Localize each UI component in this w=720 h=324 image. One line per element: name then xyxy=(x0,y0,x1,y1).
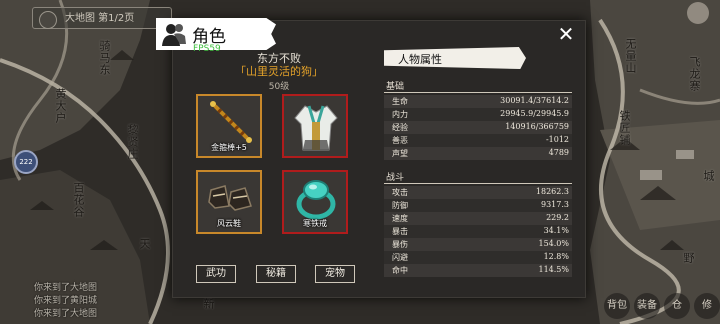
equipment-slot-weapon[interactable]: 金箍棒+5 xyxy=(196,94,262,158)
stat-value: -1012 xyxy=(545,135,569,144)
stat-value: 4789 xyxy=(548,148,569,157)
stat-row: 防御 9317.3 xyxy=(384,199,572,212)
map-log-line: 你来到了黄阳城 xyxy=(34,296,98,306)
stat-value: 12.8% xyxy=(543,252,569,261)
stat-name: 善恶 xyxy=(392,136,408,145)
stat-name: 声望 xyxy=(392,149,408,158)
tab-manuals[interactable]: 秘籍 xyxy=(256,265,296,283)
equipment-slot-label: 金箍棒+5 xyxy=(211,143,247,152)
stat-name: 攻击 xyxy=(392,188,408,197)
stat-value: 34.1% xyxy=(543,226,569,235)
stat-row: 声望 4789 xyxy=(384,147,572,160)
stat-name: 暴击 xyxy=(392,227,408,236)
map-place-label[interactable]: 新 xyxy=(200,298,216,310)
stat-name: 生命 xyxy=(392,97,408,106)
stat-value: 114.5% xyxy=(538,265,569,274)
section-label-combat: 战斗 xyxy=(386,173,405,183)
tab-pets[interactable]: 宠物 xyxy=(315,265,355,283)
stat-name: 速度 xyxy=(392,214,408,223)
map-log-line: 你来到了大地图 xyxy=(34,309,98,319)
stat-row: 暴击 34.1% xyxy=(384,225,572,238)
close-icon[interactable]: ✕ xyxy=(555,23,577,45)
boots-icon xyxy=(208,185,252,211)
stat-name: 暴伤 xyxy=(392,240,408,249)
map-place-label[interactable]: 铁匠铺 xyxy=(616,110,632,146)
map-place-label[interactable]: 天 xyxy=(136,238,152,250)
stat-value: 154.0% xyxy=(538,239,569,248)
tab-martial-arts[interactable]: 武功 xyxy=(196,265,236,283)
staff-icon xyxy=(210,101,252,143)
stat-value: 30091.4/37614.2 xyxy=(500,96,569,105)
map-place-label[interactable]: 百花谷 xyxy=(70,182,86,218)
stat-row: 闪避 12.8% xyxy=(384,251,572,264)
stat-row: 攻击 18262.3 xyxy=(384,186,572,199)
people-icon xyxy=(162,24,186,46)
attributes-title: 人物属性 xyxy=(398,53,442,66)
map-place-label[interactable]: 城 xyxy=(700,170,716,182)
map-bottom-button[interactable]: 修 xyxy=(694,293,720,319)
stat-row: 善恶 -1012 xyxy=(384,134,572,147)
map-place-label[interactable]: 黄大户 xyxy=(52,88,68,124)
equipment-slot-boots[interactable]: 风云鞋 xyxy=(196,170,262,234)
map-place-label[interactable]: 无量山 xyxy=(622,38,638,74)
stat-name: 防御 xyxy=(392,201,408,210)
fps-counter: FPS59 xyxy=(193,44,221,54)
map-place-label[interactable]: 黎贤庄 xyxy=(124,124,140,160)
stat-value: 18262.3 xyxy=(535,187,569,196)
stat-value: 9317.3 xyxy=(541,200,569,209)
map-place-label[interactable]: 骑马东 xyxy=(96,40,112,76)
stat-name: 命中 xyxy=(392,266,408,275)
stat-name: 内力 xyxy=(392,110,408,119)
stat-row: 速度 229.2 xyxy=(384,212,572,225)
robe-icon xyxy=(294,105,338,151)
section-divider xyxy=(384,92,572,93)
stat-row: 经验 140916/366759 xyxy=(384,121,572,134)
equipment-slot-armor[interactable] xyxy=(282,94,348,158)
stat-name: 经验 xyxy=(392,123,408,132)
stat-row: 命中 114.5% xyxy=(384,264,572,277)
ring-icon xyxy=(296,180,336,220)
stat-row: 生命 30091.4/37614.2 xyxy=(384,95,572,108)
stat-value: 140916/366759 xyxy=(505,122,569,131)
map-place-label[interactable]: 飞龙寨 xyxy=(686,56,702,92)
map-corner-button[interactable] xyxy=(687,2,709,24)
player-level: 50级 xyxy=(268,82,290,92)
stat-row: 暴伤 154.0% xyxy=(384,238,572,251)
stat-row: 内力 29945.9/29945.9 xyxy=(384,108,572,121)
section-label-basic: 基础 xyxy=(386,82,405,92)
map-bottom-button[interactable]: 仓 xyxy=(664,293,690,319)
map-side-indicator[interactable]: 222 xyxy=(14,150,38,174)
map-page-indicator[interactable]: 大地图 第1/2页 xyxy=(32,7,172,29)
section-divider xyxy=(384,183,572,184)
player-title: 「山里灵活的狗」 xyxy=(235,65,323,78)
equipment-slot-label: 寒铁戒 xyxy=(303,219,327,228)
stat-value: 29945.9/29945.9 xyxy=(500,109,569,118)
map-log-line: 你来到了大地图 xyxy=(34,283,98,293)
stat-name: 闪避 xyxy=(392,253,408,262)
map-place-label[interactable]: 野 xyxy=(680,252,696,264)
equipment-slot-ring[interactable]: 寒铁戒 xyxy=(282,170,348,234)
map-bottom-button[interactable]: 背包 xyxy=(604,293,630,319)
equipment-slot-label: 风云鞋 xyxy=(217,219,241,228)
stat-value: 229.2 xyxy=(546,213,569,222)
map-bottom-button[interactable]: 装备 xyxy=(634,293,660,319)
home-icon[interactable] xyxy=(39,11,57,29)
